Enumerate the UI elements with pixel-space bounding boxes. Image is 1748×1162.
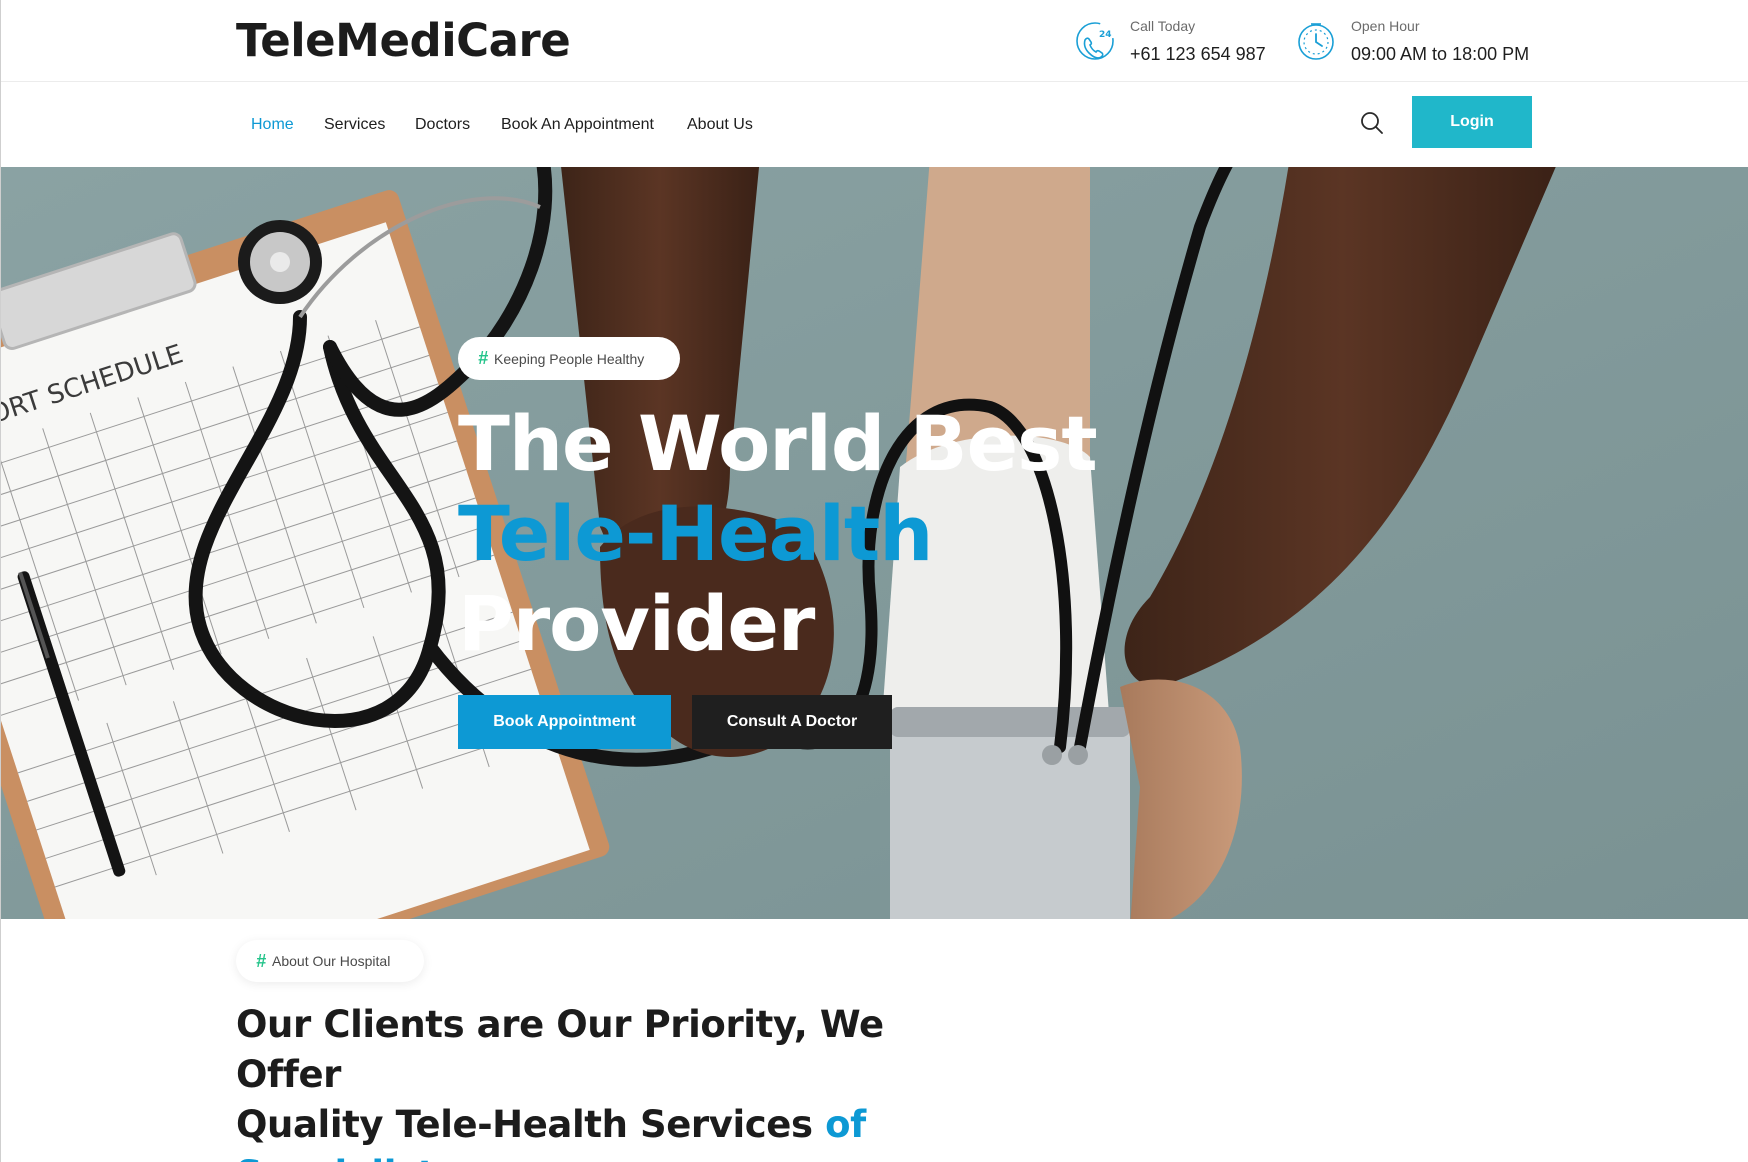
about-tag-text: About Our Hospital (272, 953, 391, 969)
about-heading-line-1: Our Clients are Our Priority, We Offer (236, 1003, 884, 1096)
hero-title-line-3: Provider (458, 579, 815, 668)
page-edge (0, 0, 1, 1162)
hash-icon: # (256, 950, 267, 971)
search-icon[interactable] (1358, 109, 1386, 137)
call-number[interactable]: +61 123 654 987 (1130, 44, 1266, 65)
svg-text:24: 24 (1099, 30, 1112, 40)
hours-info: Open Hour 09:00 AM to 18:00 PM (1295, 18, 1529, 65)
hero-tag-badge: # Keeping People Healthy (458, 337, 680, 380)
nav-book-appointment[interactable]: Book An Appointment (501, 116, 654, 134)
call-info: 24 Call Today +61 123 654 987 (1074, 18, 1266, 65)
clock-icon (1298, 23, 1334, 60)
hero-title-line-1: The World Best (458, 399, 1098, 488)
login-button[interactable]: Login (1412, 96, 1532, 148)
main-nav: Home Services Doctors Book An Appointmen… (0, 82, 1748, 167)
phone-24-icon: 24 (1076, 22, 1114, 60)
hours-value: 09:00 AM to 18:00 PM (1351, 44, 1530, 64)
nav-home[interactable]: Home (251, 116, 294, 134)
about-heading: Our Clients are Our Priority, We Offer Q… (236, 1000, 996, 1162)
call-label: Call Today (1130, 18, 1196, 34)
hero-banner: Y REPORT SCHEDULE (0, 167, 1748, 919)
hash-icon: # (478, 348, 489, 368)
hero-title-line-2: Tele-Health (458, 489, 933, 578)
site-logo[interactable]: TeleMediCare (236, 14, 571, 67)
about-heading-accent: of (825, 1103, 866, 1146)
hero-tag-text: Keeping People Healthy (494, 350, 645, 367)
top-header: TeleMediCare 24 Call Today +61 123 654 9… (0, 0, 1748, 82)
book-appointment-button[interactable]: Book Appointment (458, 695, 671, 749)
hero-title: The World Best Tele-Health Provider (458, 399, 1098, 669)
about-heading-line-3: Specialists (236, 1150, 996, 1162)
about-tag-badge: # About Our Hospital (236, 940, 424, 982)
about-heading-line-2-text: Quality Tele-Health Services (236, 1103, 826, 1146)
consult-doctor-button[interactable]: Consult A Doctor (692, 695, 892, 749)
nav-doctors[interactable]: Doctors (415, 116, 470, 134)
about-heading-line-2: Quality Tele-Health Services of (236, 1100, 996, 1150)
nav-services[interactable]: Services (324, 116, 385, 134)
nav-about-us[interactable]: About Us (687, 116, 753, 134)
hours-label: Open Hour (1351, 18, 1420, 34)
